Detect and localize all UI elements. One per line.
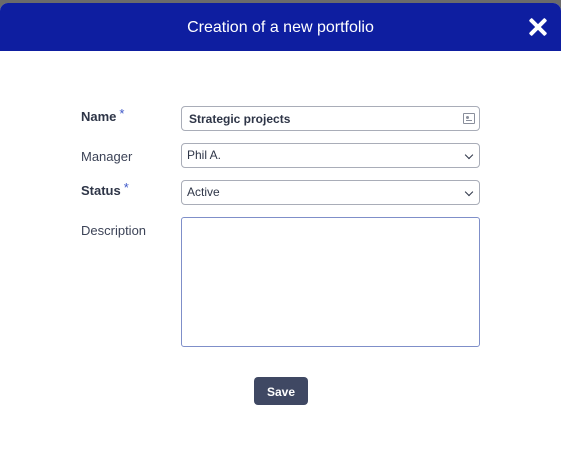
dialog-title: Creation of a new portfolio (187, 19, 374, 36)
manager-select[interactable]: Phil A. (181, 143, 480, 168)
manager-label: Manager (81, 149, 133, 164)
name-input[interactable] (181, 106, 480, 131)
dialog-header: Creation of a new portfolio (0, 3, 561, 51)
status-required-marker: * (123, 180, 129, 195)
description-textarea[interactable] (181, 217, 480, 347)
status-selected-value: Active (187, 185, 220, 199)
id-card-icon[interactable] (463, 113, 475, 124)
chevron-down-icon (464, 150, 474, 160)
name-required-marker: * (119, 106, 125, 121)
name-label: Name * (81, 106, 125, 124)
manager-selected-value: Phil A. (187, 148, 222, 162)
status-label-text: Status (81, 183, 121, 198)
close-icon[interactable] (529, 18, 547, 36)
save-button[interactable]: Save (254, 377, 308, 405)
description-label: Description (81, 223, 147, 238)
status-select[interactable]: Active (181, 180, 480, 205)
new-portfolio-dialog: Creation of a new portfolio Name* Manage… (0, 3, 561, 452)
chevron-down-icon (464, 187, 474, 197)
name-label-text: Name (81, 109, 117, 124)
status-label: Status * (81, 180, 129, 198)
